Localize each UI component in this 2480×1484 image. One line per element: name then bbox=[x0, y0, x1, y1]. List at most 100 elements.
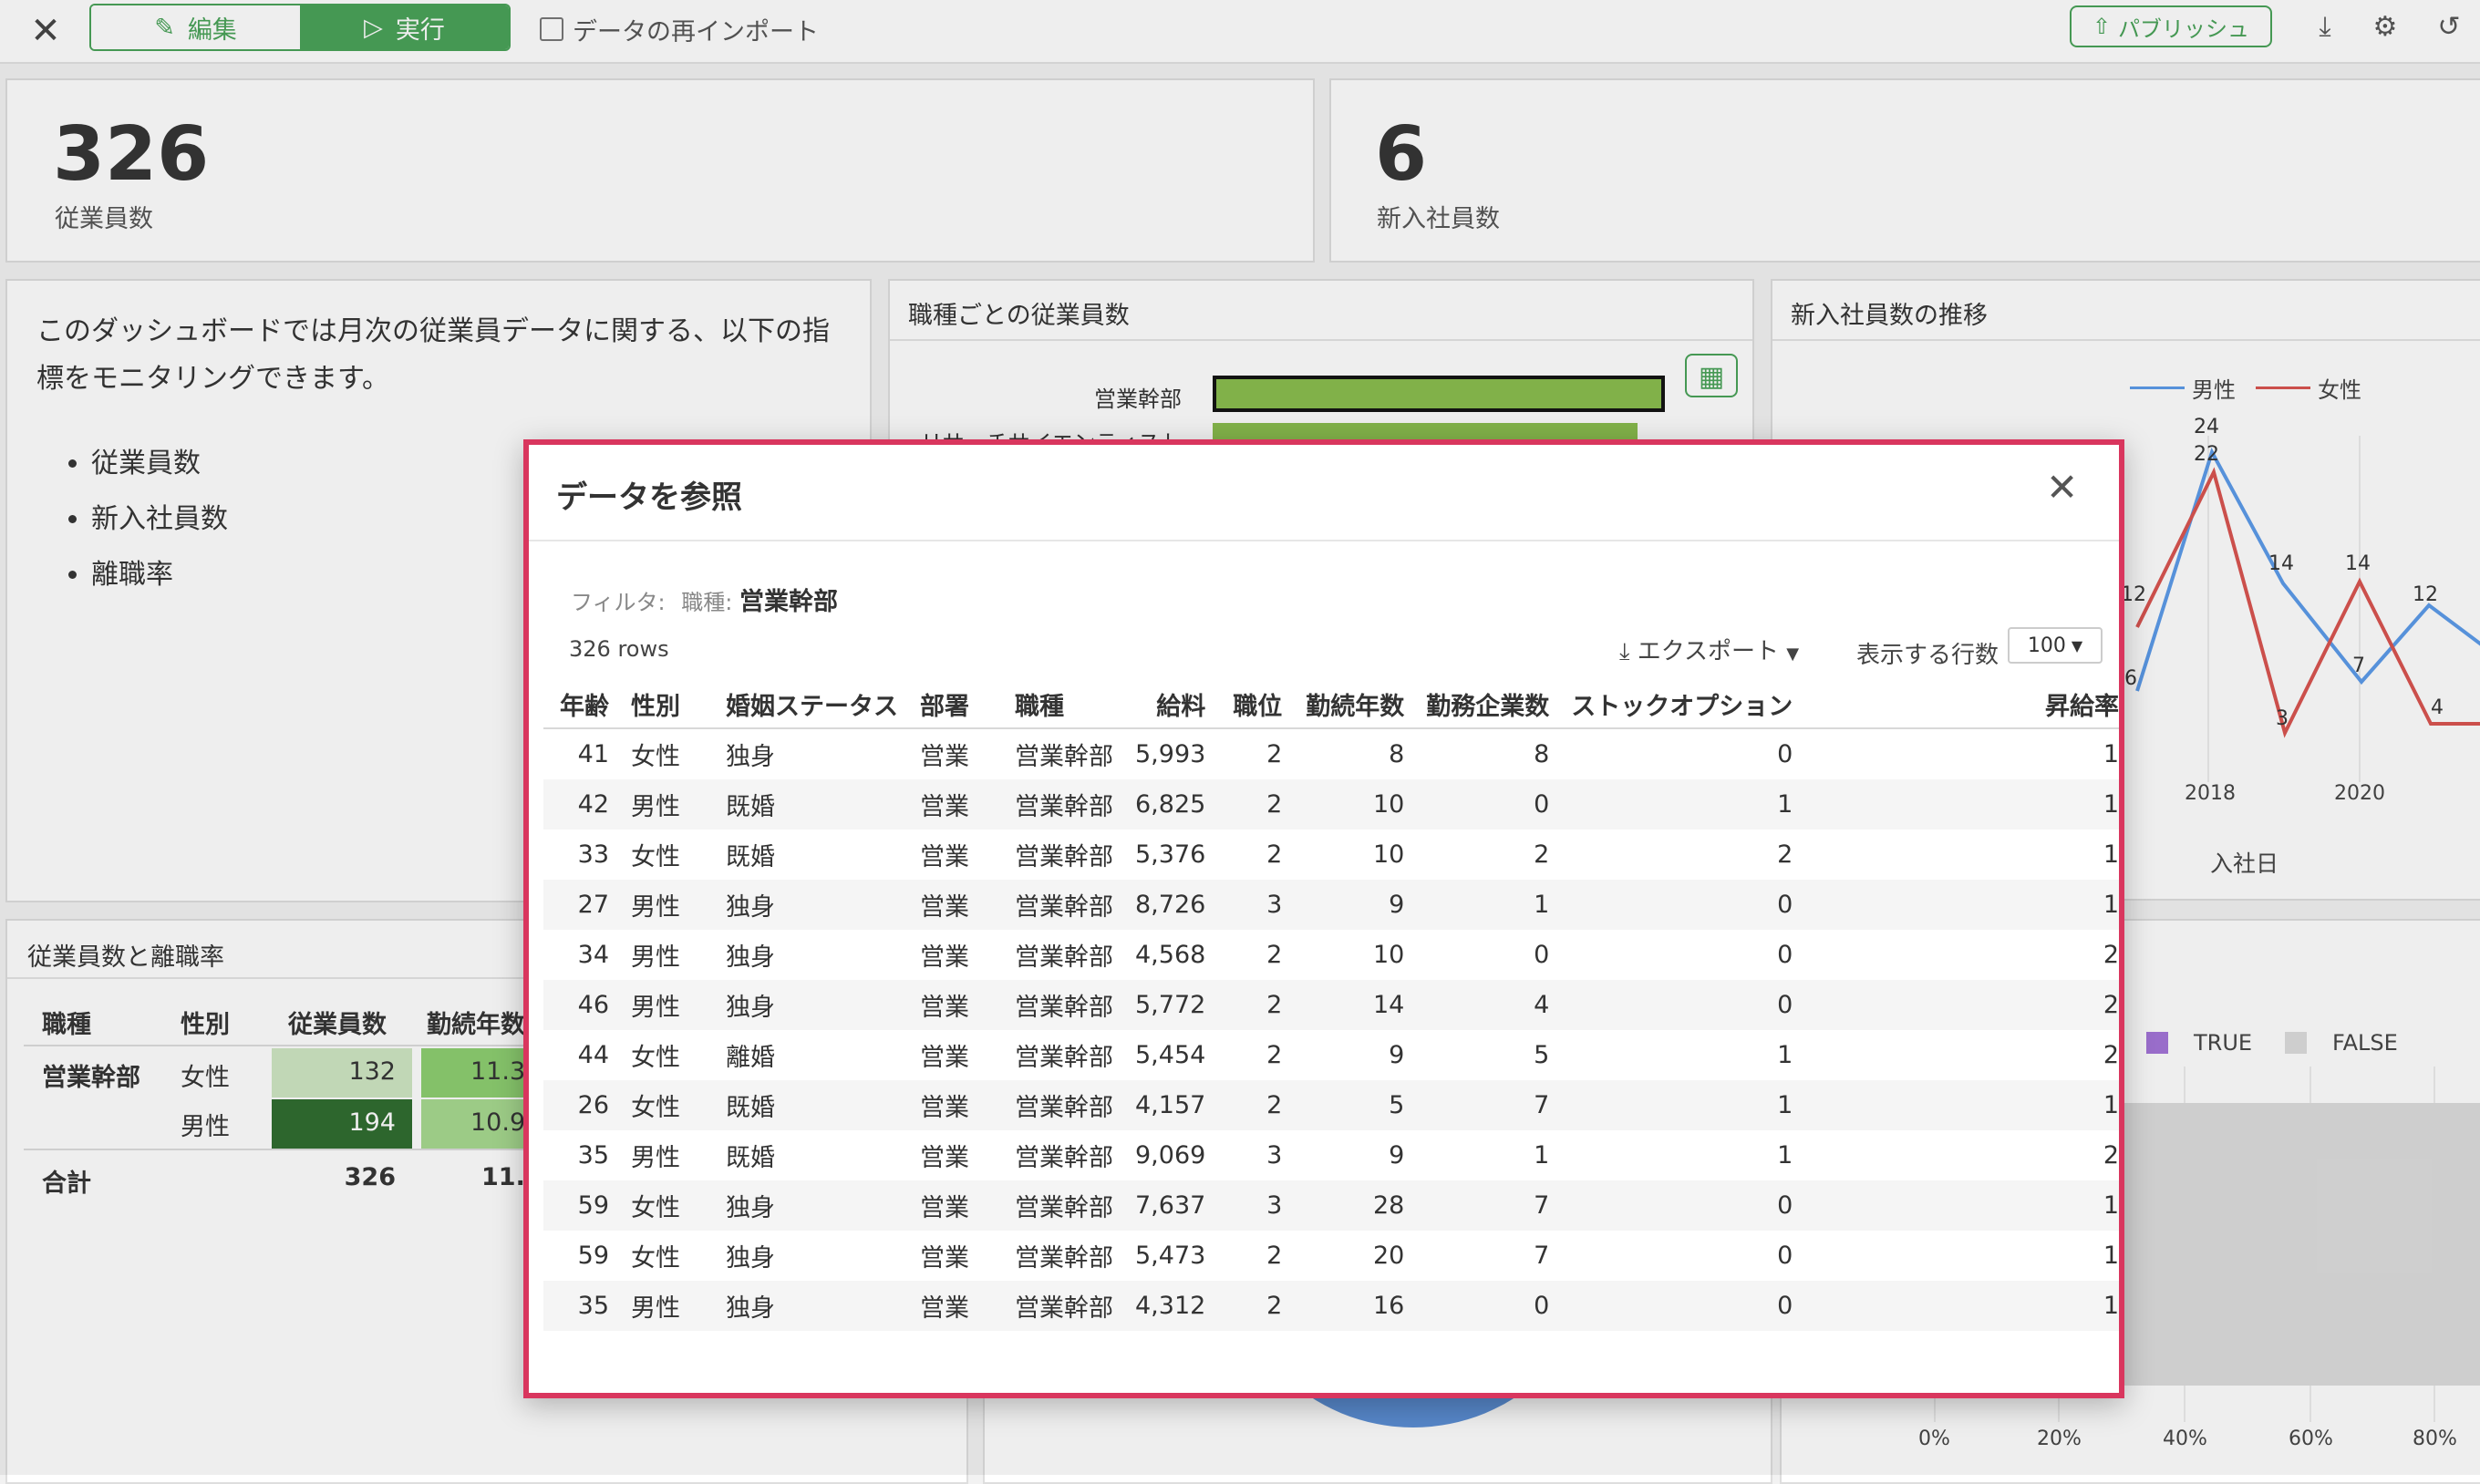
table-cell: 男性 bbox=[631, 943, 680, 972]
table-cell: 営業幹部 bbox=[1015, 743, 1113, 771]
table-cell: 2 bbox=[1266, 1242, 1283, 1270]
table-row[interactable]: 59 女性 独身 営業 営業幹部 7,637 3 28 7 0 1 bbox=[543, 1180, 2119, 1231]
table-cell: 9 bbox=[1389, 1141, 1405, 1170]
table-cell: 営業 bbox=[920, 1144, 969, 1172]
table-row[interactable]: 44 女性 離婚 営業 営業幹部 5,454 2 9 5 1 2 bbox=[543, 1030, 2119, 1080]
table-cell: 28 bbox=[1293, 1180, 1416, 1231]
table-cell: 2 bbox=[1803, 980, 2119, 1030]
table-cell: 5,772 bbox=[1124, 980, 1217, 1030]
rows-per-page-value: 100 bbox=[2027, 634, 2066, 657]
table-row[interactable]: 46 男性 独身 営業 営業幹部 5,772 2 14 4 0 2 bbox=[543, 980, 2119, 1030]
table-cell: 10 bbox=[1293, 779, 1416, 830]
table-cell: 既婚 bbox=[726, 1144, 775, 1172]
column-header[interactable]: ストックオプション bbox=[1560, 680, 1804, 729]
table-cell: 営業幹部 bbox=[1004, 1180, 1124, 1231]
table-cell: 2 bbox=[1777, 840, 1793, 869]
column-header[interactable]: 勤続年数 bbox=[1293, 680, 1416, 729]
table-cell: 営業幹部 bbox=[1004, 880, 1124, 930]
table-cell: 2 bbox=[1266, 740, 1283, 768]
table-cell: 独身 bbox=[726, 743, 775, 771]
table-cell: 営業幹部 bbox=[1004, 980, 1124, 1030]
table-cell: 10 bbox=[1372, 840, 1405, 869]
table-cell: 2 bbox=[2103, 941, 2119, 969]
table-cell: 0 bbox=[1560, 980, 1804, 1030]
table-cell: 既婚 bbox=[726, 843, 775, 871]
column-header[interactable]: 部署 bbox=[909, 680, 1004, 729]
table-cell: 2 bbox=[1266, 840, 1283, 869]
column-header[interactable]: 性別 bbox=[620, 680, 715, 729]
table-cell: 既婚 bbox=[715, 1080, 909, 1130]
table-cell: 1 bbox=[1803, 779, 2119, 830]
column-header[interactable]: 婚姻ステータス bbox=[715, 680, 909, 729]
table-cell: 営業 bbox=[920, 943, 969, 972]
table-cell: 営業 bbox=[909, 1080, 1004, 1130]
table-cell: 2 bbox=[1534, 840, 1550, 869]
table-cell: 独身 bbox=[726, 1244, 775, 1273]
table-cell: 独身 bbox=[715, 880, 909, 930]
column-header[interactable]: 昇給率 bbox=[1803, 680, 2119, 729]
table-cell: 42 bbox=[543, 779, 620, 830]
table-cell: 8 bbox=[1534, 740, 1550, 768]
table-row[interactable]: 42 男性 既婚 営業 営業幹部 6,825 2 10 0 1 1 bbox=[543, 779, 2119, 830]
table-cell: 10 bbox=[1372, 941, 1405, 969]
table-cell: 独身 bbox=[715, 980, 909, 1030]
export-button[interactable]: ⤓ エクスポート ▼ bbox=[1619, 633, 1799, 666]
column-header[interactable]: 職位 bbox=[1216, 680, 1294, 729]
table-cell: 男性 bbox=[631, 1144, 680, 1172]
table-row[interactable]: 33 女性 既婚 営業 営業幹部 5,376 2 10 2 2 1 bbox=[543, 830, 2119, 880]
table-cell: 1 bbox=[1803, 1080, 2119, 1130]
table-cell: 独身 bbox=[715, 1281, 909, 1331]
table-cell: 20 bbox=[1372, 1242, 1405, 1270]
table-cell: 女性 bbox=[631, 1044, 680, 1072]
table-cell: 2 bbox=[1216, 980, 1294, 1030]
table-cell: 1 bbox=[1560, 1080, 1804, 1130]
table-row[interactable]: 35 男性 既婚 営業 営業幹部 9,069 3 9 1 1 2 bbox=[543, 1130, 2119, 1180]
row-count: 326 rows bbox=[569, 636, 669, 662]
table-cell: 5,454 bbox=[1135, 1041, 1206, 1069]
table-cell: 営業幹部 bbox=[1015, 843, 1113, 871]
table-cell: 7 bbox=[1534, 1242, 1550, 1270]
table-cell: 女性 bbox=[620, 1180, 715, 1231]
table-row[interactable]: 41 女性 独身 営業 営業幹部 5,993 2 8 8 0 1 bbox=[543, 728, 2119, 779]
table-cell: 41 bbox=[577, 740, 609, 768]
table-cell: 1 bbox=[1415, 880, 1561, 930]
table-cell: 1 bbox=[2103, 840, 2119, 869]
caret-down-icon: ▼ bbox=[1786, 644, 1800, 664]
table-cell: 0 bbox=[1777, 740, 1793, 768]
filter-key: 職種: bbox=[681, 590, 733, 615]
divider bbox=[529, 540, 2119, 541]
table-row[interactable]: 59 女性 独身 営業 営業幹部 5,473 2 20 7 0 1 bbox=[543, 1231, 2119, 1281]
table-cell: 0 bbox=[1777, 1242, 1793, 1270]
data-view-modal: データを参照 ✕ フィルタ: 職種: 営業幹部 326 rows ⤓ エクスポー… bbox=[523, 439, 2124, 1398]
table-cell: 9,069 bbox=[1135, 1141, 1206, 1170]
column-header[interactable]: 給料 bbox=[1124, 680, 1217, 729]
table-cell: 2 bbox=[2103, 1141, 2119, 1170]
column-header[interactable]: 勤務企業数 bbox=[1415, 680, 1561, 729]
column-header[interactable]: 年齢 bbox=[543, 680, 620, 729]
table-cell: 4,312 bbox=[1124, 1281, 1217, 1331]
table-cell: 営業幹部 bbox=[1004, 1080, 1124, 1130]
table-cell: 営業 bbox=[920, 1244, 969, 1273]
table-cell: 営業 bbox=[909, 880, 1004, 930]
filter-summary: フィルタ: 職種: 営業幹部 bbox=[571, 582, 838, 617]
table-row[interactable]: 27 男性 独身 営業 営業幹部 8,726 3 9 1 0 1 bbox=[543, 880, 2119, 930]
table-cell: 46 bbox=[543, 980, 620, 1030]
table-row[interactable]: 34 男性 独身 営業 営業幹部 4,568 2 10 0 0 2 bbox=[543, 930, 2119, 980]
table-cell: 3 bbox=[1216, 880, 1294, 930]
table-cell: 0 bbox=[1415, 779, 1561, 830]
data-table: 年齢 性別 婚姻ステータス 部署 職種 給料 職位 勤続年数 勤務企業数 ストッ… bbox=[543, 680, 2119, 1331]
table-cell: 1 bbox=[2103, 1242, 2119, 1270]
table-row[interactable]: 35 男性 独身 営業 営業幹部 4,312 2 16 0 0 1 bbox=[543, 1281, 2119, 1331]
table-cell: 59 bbox=[577, 1242, 609, 1270]
table-row[interactable]: 26 女性 既婚 営業 営業幹部 4,157 2 5 7 1 1 bbox=[543, 1080, 2119, 1130]
table-cell: 7 bbox=[1415, 1080, 1561, 1130]
table-cell: 0 bbox=[1534, 941, 1550, 969]
column-header[interactable]: 職種 bbox=[1004, 680, 1124, 729]
close-icon[interactable]: ✕ bbox=[2046, 469, 2078, 507]
table-cell: 営業 bbox=[909, 980, 1004, 1030]
table-cell: 0 bbox=[1777, 941, 1793, 969]
table-cell: 0 bbox=[1560, 880, 1804, 930]
table-cell: 営業幹部 bbox=[1015, 1244, 1113, 1273]
table-cell: 独身 bbox=[726, 943, 775, 972]
rows-per-page-select[interactable]: 100 ▼ bbox=[2008, 627, 2103, 664]
